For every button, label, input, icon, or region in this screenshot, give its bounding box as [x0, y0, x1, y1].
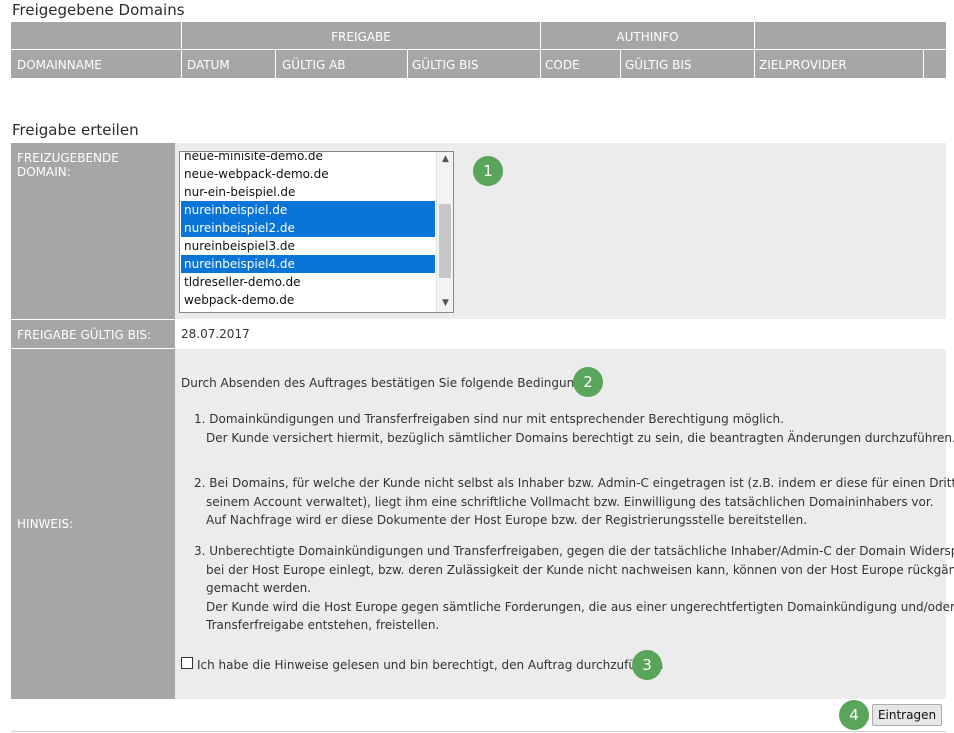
- submit-button[interactable]: Eintragen: [872, 704, 942, 726]
- domain-label: FREIZUGEBENDE DOMAIN:: [17, 151, 119, 179]
- domain-option[interactable]: nureinbeispiel4.de: [181, 255, 435, 273]
- domain-label-cell: FREIZUGEBENDE DOMAIN:: [11, 143, 175, 319]
- domain-option[interactable]: neue-webpack-demo.de: [181, 165, 435, 183]
- column-header-gueltig-bis[interactable]: GÜLTIG BIS: [412, 58, 479, 72]
- hint-value-cell: Durch Absenden des Auftrages bestätigen …: [175, 349, 954, 699]
- domain-option[interactable]: nur-ein-beispiel.de: [181, 183, 435, 201]
- condition-3-line: Der Kunde wird die Host Europe gegen säm…: [206, 599, 954, 614]
- column-header-authinfo-gueltig-bis[interactable]: GÜLTIG BIS: [625, 58, 692, 72]
- scrollbar-thumb[interactable]: [439, 204, 451, 278]
- scroll-up-icon[interactable]: ▲: [437, 154, 453, 164]
- condition-2-line: 2. Bei Domains, für welche der Kunde nic…: [194, 476, 954, 490]
- confirm-checkbox[interactable]: [181, 657, 193, 669]
- listbox-scrollbar[interactable]: ▲ ▼: [436, 152, 453, 312]
- condition-3-line: Transferfreigabe entstehen, freistellen.: [206, 618, 440, 632]
- domain-option[interactable]: nureinbeispiel3.de: [181, 237, 435, 255]
- shared-domains-title: Freigegebene Domains: [12, 1, 185, 19]
- valid-until-value-cell: 28.07.2017: [175, 320, 946, 348]
- column-header-datum[interactable]: DATUM: [187, 58, 230, 72]
- domain-option[interactable]: tldreseller-demo.de: [181, 273, 435, 291]
- hint-label: HINWEIS:: [17, 517, 74, 531]
- condition-1-line: Der Kunde versichert hiermit, bezüglich …: [206, 430, 954, 445]
- domain-option[interactable]: nureinbeispiel.de: [181, 201, 435, 219]
- condition-2-line: Auf Nachfrage wird er diese Dokumente de…: [206, 513, 808, 527]
- step-badge-3: 3: [632, 650, 662, 680]
- valid-until-value: 28.07.2017: [181, 327, 250, 341]
- step-badge-2: 2: [573, 367, 603, 397]
- group-header-authinfo: AUTHINFO: [616, 30, 679, 44]
- column-header-code[interactable]: CODE: [545, 58, 580, 72]
- condition-3-line: bei der Host Europe einlegt, bzw. deren …: [206, 562, 954, 577]
- form-bottom-divider: [11, 731, 946, 732]
- step-badge-1: 1: [473, 156, 503, 186]
- grant-release-title: Freigabe erteilen: [12, 121, 139, 139]
- column-header-zielprovider[interactable]: ZIELPROVIDER: [759, 58, 847, 72]
- domain-listbox[interactable]: neue-minisite-demo.de neue-webpack-demo.d…: [179, 151, 454, 313]
- column-header-gueltig-ab[interactable]: GÜLTIG AB: [282, 58, 346, 72]
- condition-2-line: seinem Account verwaltet), liegt ihm ein…: [206, 494, 934, 509]
- domain-option[interactable]: neue-minisite-demo.de: [181, 152, 435, 165]
- hint-label-cell: HINWEIS:: [11, 349, 175, 699]
- step-badge-4: 4: [839, 700, 869, 730]
- column-header-domainname[interactable]: DOMAINNAME: [17, 58, 102, 72]
- condition-1-line: 1. Domainkündigungen und Transferfreigab…: [194, 412, 784, 426]
- hint-intro: Durch Absenden des Auftrages bestätigen …: [181, 376, 601, 390]
- shared-domains-header: FREIGABE AUTHINFO DOMAINNAME DATUM GÜLTI…: [11, 22, 946, 78]
- domain-option[interactable]: nureinbeispiel2.de: [181, 219, 435, 237]
- domain-option[interactable]: webpack-demo.de: [181, 291, 435, 309]
- scroll-down-icon[interactable]: ▼: [437, 298, 453, 308]
- valid-until-label: FREIGABE GÜLTIG BIS:: [17, 328, 152, 342]
- group-header-freigabe: FREIGABE: [331, 30, 391, 44]
- condition-3-line: 3. Unberechtigte Domainkündigungen und T…: [194, 544, 954, 558]
- valid-until-label-cell: FREIGABE GÜLTIG BIS:: [11, 320, 175, 348]
- condition-3-line: gemacht werden.: [206, 581, 312, 595]
- confirm-checkbox-label[interactable]: Ich habe die Hinweise gelesen und bin be…: [197, 658, 663, 672]
